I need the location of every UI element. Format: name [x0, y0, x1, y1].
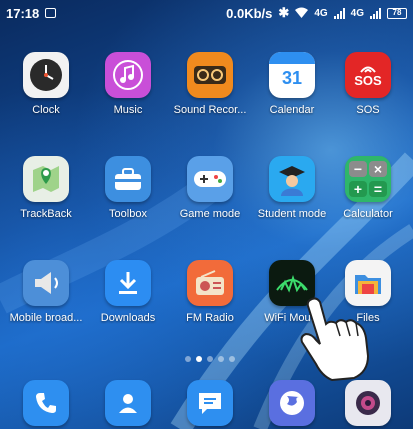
app-label: Calendar [269, 104, 315, 116]
clock-icon [23, 52, 69, 98]
app-label: Downloads [100, 312, 156, 324]
app-trackback[interactable]: TrackBack [5, 156, 87, 220]
app-grid: Clock Music Sound Recor... 31 Calendar S… [0, 0, 413, 429]
page-dot-active [196, 356, 202, 362]
app-label: SOS [356, 104, 380, 116]
messages-icon [187, 380, 233, 426]
page-dot [229, 356, 235, 362]
app-label: Student mode [257, 208, 327, 220]
app-label: Calculator [343, 208, 393, 220]
dock-messages[interactable] [169, 380, 251, 426]
app-clock[interactable]: Clock [5, 52, 87, 116]
sound-recorder-icon [187, 52, 233, 98]
game-mode-icon [187, 156, 233, 202]
calendar-icon: 31 [269, 52, 315, 98]
sos-text: SOS [354, 72, 382, 88]
dock-browser[interactable] [251, 380, 333, 426]
app-label: Music [113, 104, 143, 116]
sos-icon: SOS [345, 52, 391, 98]
app-label: Toolbox [109, 208, 147, 220]
toolbox-icon [105, 156, 151, 202]
page-dot [185, 356, 191, 362]
fm-radio-icon [187, 260, 233, 306]
app-mobile-broadcast[interactable]: Mobile broad... [5, 260, 87, 324]
page-dot [218, 356, 224, 362]
app-calculator[interactable]: − × + = Calculator [327, 156, 409, 220]
app-toolbox[interactable]: Toolbox [87, 156, 169, 220]
phone-icon [23, 380, 69, 426]
app-label: Clock [32, 104, 60, 116]
app-calendar[interactable]: 31 Calendar [251, 52, 333, 116]
app-label: TrackBack [20, 208, 72, 220]
app-student-mode[interactable]: Student mode [251, 156, 333, 220]
trackback-icon [23, 156, 69, 202]
app-sound-recorder[interactable]: Sound Recor... [169, 52, 251, 116]
app-label: FM Radio [186, 312, 234, 324]
app-label: Game mode [179, 208, 241, 220]
page-indicator[interactable] [185, 356, 235, 362]
app-label: Mobile broad... [9, 312, 83, 324]
calculator-icon: − × + = [345, 156, 391, 202]
music-icon [105, 52, 151, 98]
camera-icon [345, 380, 391, 426]
tap-hand-pointer [296, 296, 376, 386]
browser-icon [269, 380, 315, 426]
dock-phone[interactable] [5, 380, 87, 426]
app-fm-radio[interactable]: FM Radio [169, 260, 251, 324]
calendar-day: 31 [281, 68, 303, 88]
page-dot [207, 356, 213, 362]
app-music[interactable]: Music [87, 52, 169, 116]
mobile-broadcast-icon [23, 260, 69, 306]
downloads-icon [105, 260, 151, 306]
app-downloads[interactable]: Downloads [87, 260, 169, 324]
dock-contacts[interactable] [87, 380, 169, 426]
dock-camera[interactable] [327, 380, 409, 426]
app-sos[interactable]: SOS SOS [327, 52, 409, 116]
app-label: Sound Recor... [173, 104, 247, 116]
app-game-mode[interactable]: Game mode [169, 156, 251, 220]
student-mode-icon [269, 156, 315, 202]
contacts-icon [105, 380, 151, 426]
